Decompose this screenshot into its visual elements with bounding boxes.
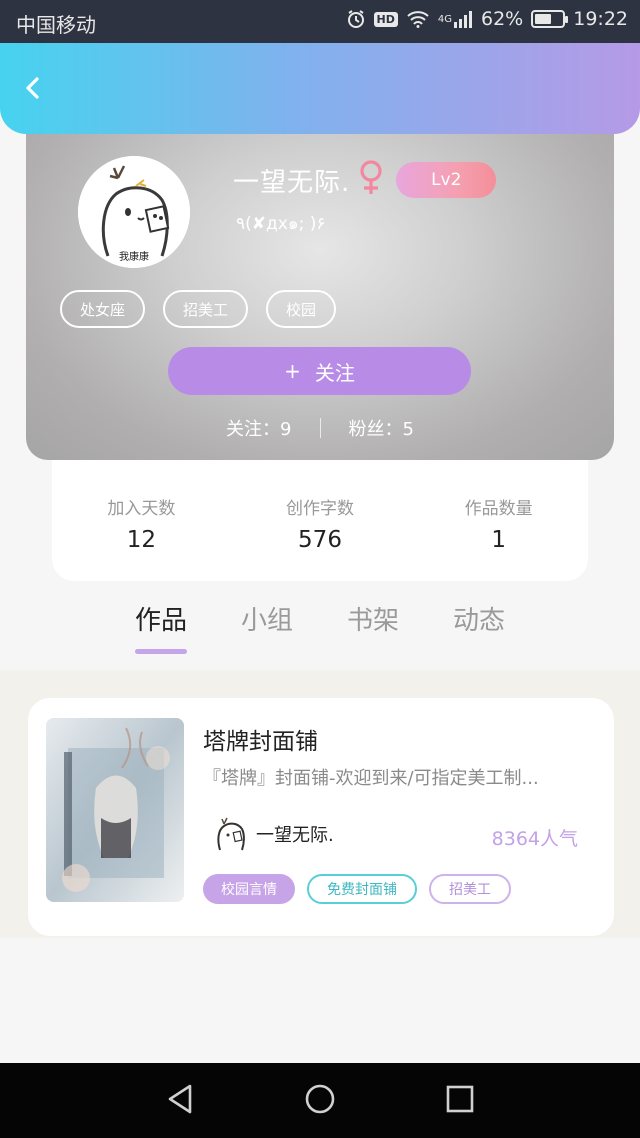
profile-tag[interactable]: 处女座 xyxy=(60,290,146,328)
profile-tags: 处女座 招美工 校园 xyxy=(60,290,337,328)
square-recents-icon xyxy=(447,1085,474,1112)
battery-percent: 62% xyxy=(481,8,524,30)
stat-value: 576 xyxy=(298,527,342,553)
tab-label: 书架 xyxy=(347,606,400,636)
female-icon xyxy=(358,160,384,200)
nav-back-button[interactable] xyxy=(165,1083,195,1119)
stat-works-count: 作品数量 1 xyxy=(409,458,588,581)
avatar-caption: 我康康 xyxy=(119,250,149,263)
header-bar xyxy=(0,43,640,134)
clock: 19:22 xyxy=(573,8,628,30)
author-avatar xyxy=(217,817,245,851)
popularity-count: 8364人气 xyxy=(491,828,578,850)
work-title[interactable]: 塔牌封面铺 xyxy=(203,722,318,756)
nav-recents-button[interactable] xyxy=(445,1084,475,1118)
plus-icon: + xyxy=(284,359,301,383)
system-nav-bar xyxy=(0,1063,640,1138)
following-count[interactable]: 关注：9 xyxy=(226,415,291,441)
stat-label: 加入天数 xyxy=(107,499,176,519)
work-tag[interactable]: 招美工 xyxy=(429,874,511,904)
follow-stats: 关注：9 粉丝：5 xyxy=(26,415,614,441)
level-badge: Lv2 xyxy=(396,162,497,198)
status-icons: HD 4G 62% 19:22 xyxy=(346,8,628,30)
book-cover-image[interactable] xyxy=(46,718,184,902)
network-type: 4G xyxy=(437,13,452,25)
tab-works[interactable]: 作品 xyxy=(134,600,187,654)
profile-tag[interactable]: 招美工 xyxy=(163,290,249,328)
work-card[interactable]: 塔牌封面铺 『塔牌』封面铺-欢迎到来/可指定美工制... 一望无际. 8364人… xyxy=(28,698,614,936)
follow-button-label: 关注 xyxy=(314,360,355,385)
stat-value: 1 xyxy=(491,527,506,553)
avatar[interactable]: 我康康 xyxy=(78,156,190,268)
stat-join-days: 加入天数 12 xyxy=(52,458,231,581)
stat-label: 作品数量 xyxy=(464,499,533,519)
work-tag[interactable]: 免费封面铺 xyxy=(307,874,417,904)
tab-label: 作品 xyxy=(134,606,187,636)
tab-label: 动态 xyxy=(453,606,506,636)
nickname-row: 一望无际. Lv2 xyxy=(233,160,497,200)
chevron-left-icon xyxy=(26,77,39,99)
triangle-back-icon xyxy=(168,1084,191,1113)
hd-badge: HD xyxy=(373,11,398,27)
signature: ٩(✘дx๑; )۶ xyxy=(236,214,326,234)
avatar-illustration: 我康康 xyxy=(78,156,190,268)
profile-tag[interactable]: 校园 xyxy=(266,290,337,328)
author-name: 一望无际. xyxy=(256,825,334,846)
tab-active-indicator xyxy=(134,649,187,654)
tab-bookshelf[interactable]: 书架 xyxy=(347,600,399,652)
work-author[interactable]: 一望无际. xyxy=(210,814,334,854)
tab-label: 小组 xyxy=(240,606,293,636)
nickname: 一望无际. xyxy=(233,167,351,198)
stat-word-count: 创作字数 576 xyxy=(231,458,410,581)
follow-button[interactable]: + 关注 xyxy=(168,347,471,395)
battery-icon xyxy=(531,10,569,28)
circle-home-icon xyxy=(305,1084,335,1113)
work-description: 『塔牌』封面铺-欢迎到来/可指定美工制... xyxy=(203,768,539,789)
stats-card: 加入天数 12 创作字数 576 作品数量 1 xyxy=(52,458,588,581)
nav-home-button[interactable] xyxy=(304,1083,336,1119)
tab-groups[interactable]: 小组 xyxy=(241,600,293,652)
alarm-icon xyxy=(346,9,366,29)
wifi-icon xyxy=(406,10,430,28)
profile-card: 我康康 一望无际. Lv2 ٩(✘дx๑; )۶ 处女座 招美工 校园 + 关注… xyxy=(26,110,614,460)
stat-value: 12 xyxy=(126,527,156,553)
status-bar: 中国移动 HD 4G 62% 19:22 xyxy=(0,0,640,43)
cellular-signal-icon: 4G xyxy=(438,10,473,28)
tab-bar: 作品 小组 书架 动态 xyxy=(0,600,640,670)
divider xyxy=(319,418,321,438)
followers-count[interactable]: 粉丝：5 xyxy=(349,415,414,441)
carrier-name: 中国移动 xyxy=(16,13,96,37)
work-tag[interactable]: 校园言情 xyxy=(203,874,295,904)
work-tags: 校园言情 免费封面铺 招美工 xyxy=(203,874,511,904)
tab-activity[interactable]: 动态 xyxy=(453,600,505,652)
stat-label: 创作字数 xyxy=(286,499,354,519)
back-button[interactable] xyxy=(18,73,48,103)
